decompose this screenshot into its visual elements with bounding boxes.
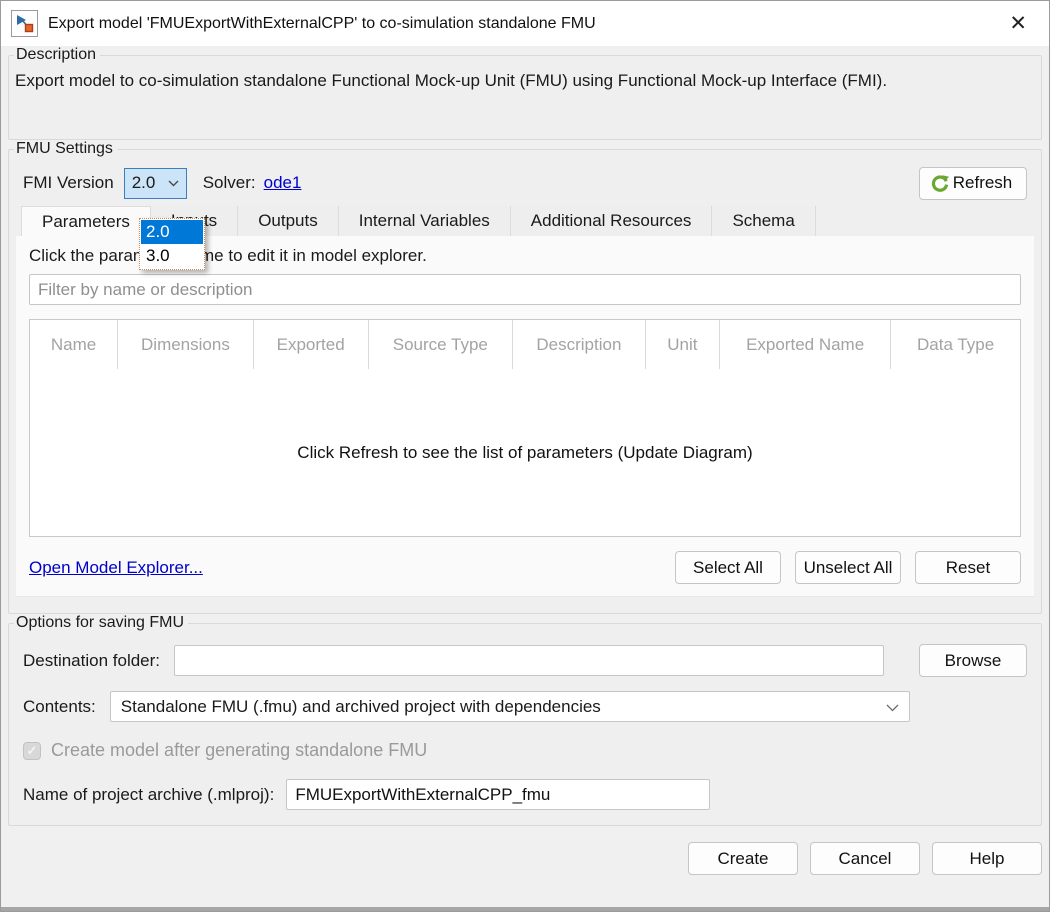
window-bottom-edge	[1, 907, 1049, 911]
browse-button[interactable]: Browse	[919, 644, 1027, 677]
destination-folder-label: Destination folder:	[23, 651, 160, 671]
contents-dropdown[interactable]: Standalone FMU (.fmu) and archived proje…	[110, 691, 910, 722]
export-fmu-dialog: Export model 'FMUExportWithExternalCPP' …	[0, 0, 1050, 912]
saving-options-group: Options for saving FMU Destination folde…	[8, 614, 1042, 826]
tab-parameters[interactable]: Parameters	[21, 206, 151, 236]
archive-name-row: Name of project archive (.mlproj):	[9, 779, 1041, 810]
contents-row: Contents: Standalone FMU (.fmu) and arch…	[9, 691, 1041, 722]
description-group: Description Export model to co-simulatio…	[8, 46, 1042, 140]
cancel-button[interactable]: Cancel	[810, 842, 920, 875]
column-header-name[interactable]: Name	[30, 320, 118, 369]
fmi-version-label: FMI Version	[23, 173, 114, 193]
destination-folder-row: Destination folder: Browse	[9, 644, 1041, 677]
fmu-settings-group-label: FMU Settings	[14, 140, 117, 158]
contents-label: Contents:	[23, 697, 96, 717]
chevron-down-icon	[886, 697, 899, 717]
tab-additional-resources[interactable]: Additional Resources	[511, 206, 713, 236]
fmi-version-value: 2.0	[132, 173, 156, 193]
refresh-button-label: Refresh	[953, 173, 1013, 193]
refresh-button[interactable]: Refresh	[919, 167, 1027, 200]
select-all-button[interactable]: Select All	[675, 551, 781, 584]
fmu-settings-group: FMU Settings FMI Version 2.0 Solver: ode…	[8, 140, 1042, 614]
help-button[interactable]: Help	[932, 842, 1042, 875]
parameters-panel-footer: Open Model Explorer... Select All Unsele…	[29, 551, 1021, 584]
create-model-checkbox-row: ✓ Create model after generating standalo…	[9, 740, 1041, 761]
tab-internal-variables[interactable]: Internal Variables	[339, 206, 511, 236]
create-button[interactable]: Create	[688, 842, 798, 875]
unselect-all-button[interactable]: Unselect All	[795, 551, 901, 584]
filter-input[interactable]	[29, 274, 1021, 305]
fmu-export-icon	[11, 10, 38, 37]
column-header-unit[interactable]: Unit	[646, 320, 720, 369]
fmi-version-option-3-0[interactable]: 3.0	[141, 244, 203, 268]
destination-folder-input[interactable]	[174, 645, 884, 676]
column-header-description[interactable]: Description	[513, 320, 646, 369]
fmi-version-row: FMI Version 2.0 Solver: ode1 Refresh	[9, 158, 1041, 200]
column-header-exported-name[interactable]: Exported Name	[720, 320, 891, 369]
dialog-footer: Create Cancel Help	[1, 826, 1049, 875]
description-text: Export model to co-simulation standalone…	[9, 64, 1019, 94]
archive-name-label: Name of project archive (.mlproj):	[23, 785, 274, 805]
solver-label: Solver:	[203, 173, 256, 193]
create-model-checkbox-label: Create model after generating standalone…	[51, 740, 427, 761]
parameters-table-header: Name Dimensions Exported Source Type Des…	[30, 320, 1020, 369]
tab-schema[interactable]: Schema	[712, 206, 815, 236]
reset-button[interactable]: Reset	[915, 551, 1021, 584]
refresh-icon	[930, 173, 950, 193]
parameters-table: Name Dimensions Exported Source Type Des…	[29, 319, 1021, 537]
fmi-version-popup: 2.0 3.0	[139, 218, 205, 270]
column-header-source-type[interactable]: Source Type	[369, 320, 514, 369]
saving-options-group-label: Options for saving FMU	[14, 614, 188, 632]
fmi-version-dropdown[interactable]: 2.0	[124, 168, 187, 199]
create-model-checkbox: ✓	[23, 742, 41, 760]
tab-outputs[interactable]: Outputs	[238, 206, 339, 236]
contents-value: Standalone FMU (.fmu) and archived proje…	[121, 697, 601, 717]
chevron-down-icon	[168, 180, 179, 187]
fmi-version-option-2-0[interactable]: 2.0	[141, 220, 203, 244]
window-title: Export model 'FMUExportWithExternalCPP' …	[48, 15, 1001, 33]
column-header-data-type[interactable]: Data Type	[891, 320, 1020, 369]
column-header-exported[interactable]: Exported	[254, 320, 369, 369]
parameters-tab-panel: Click the parameter name to edit it in m…	[16, 236, 1034, 597]
parameters-table-empty-message: Click Refresh to see the list of paramet…	[30, 369, 1020, 536]
archive-name-input[interactable]	[286, 779, 710, 810]
close-icon[interactable]: ✕	[1001, 11, 1035, 36]
column-header-dimensions[interactable]: Dimensions	[118, 320, 254, 369]
description-group-label: Description	[14, 46, 100, 64]
titlebar: Export model 'FMUExportWithExternalCPP' …	[1, 1, 1049, 46]
open-model-explorer-link[interactable]: Open Model Explorer...	[29, 558, 203, 578]
solver-link[interactable]: ode1	[264, 173, 302, 193]
